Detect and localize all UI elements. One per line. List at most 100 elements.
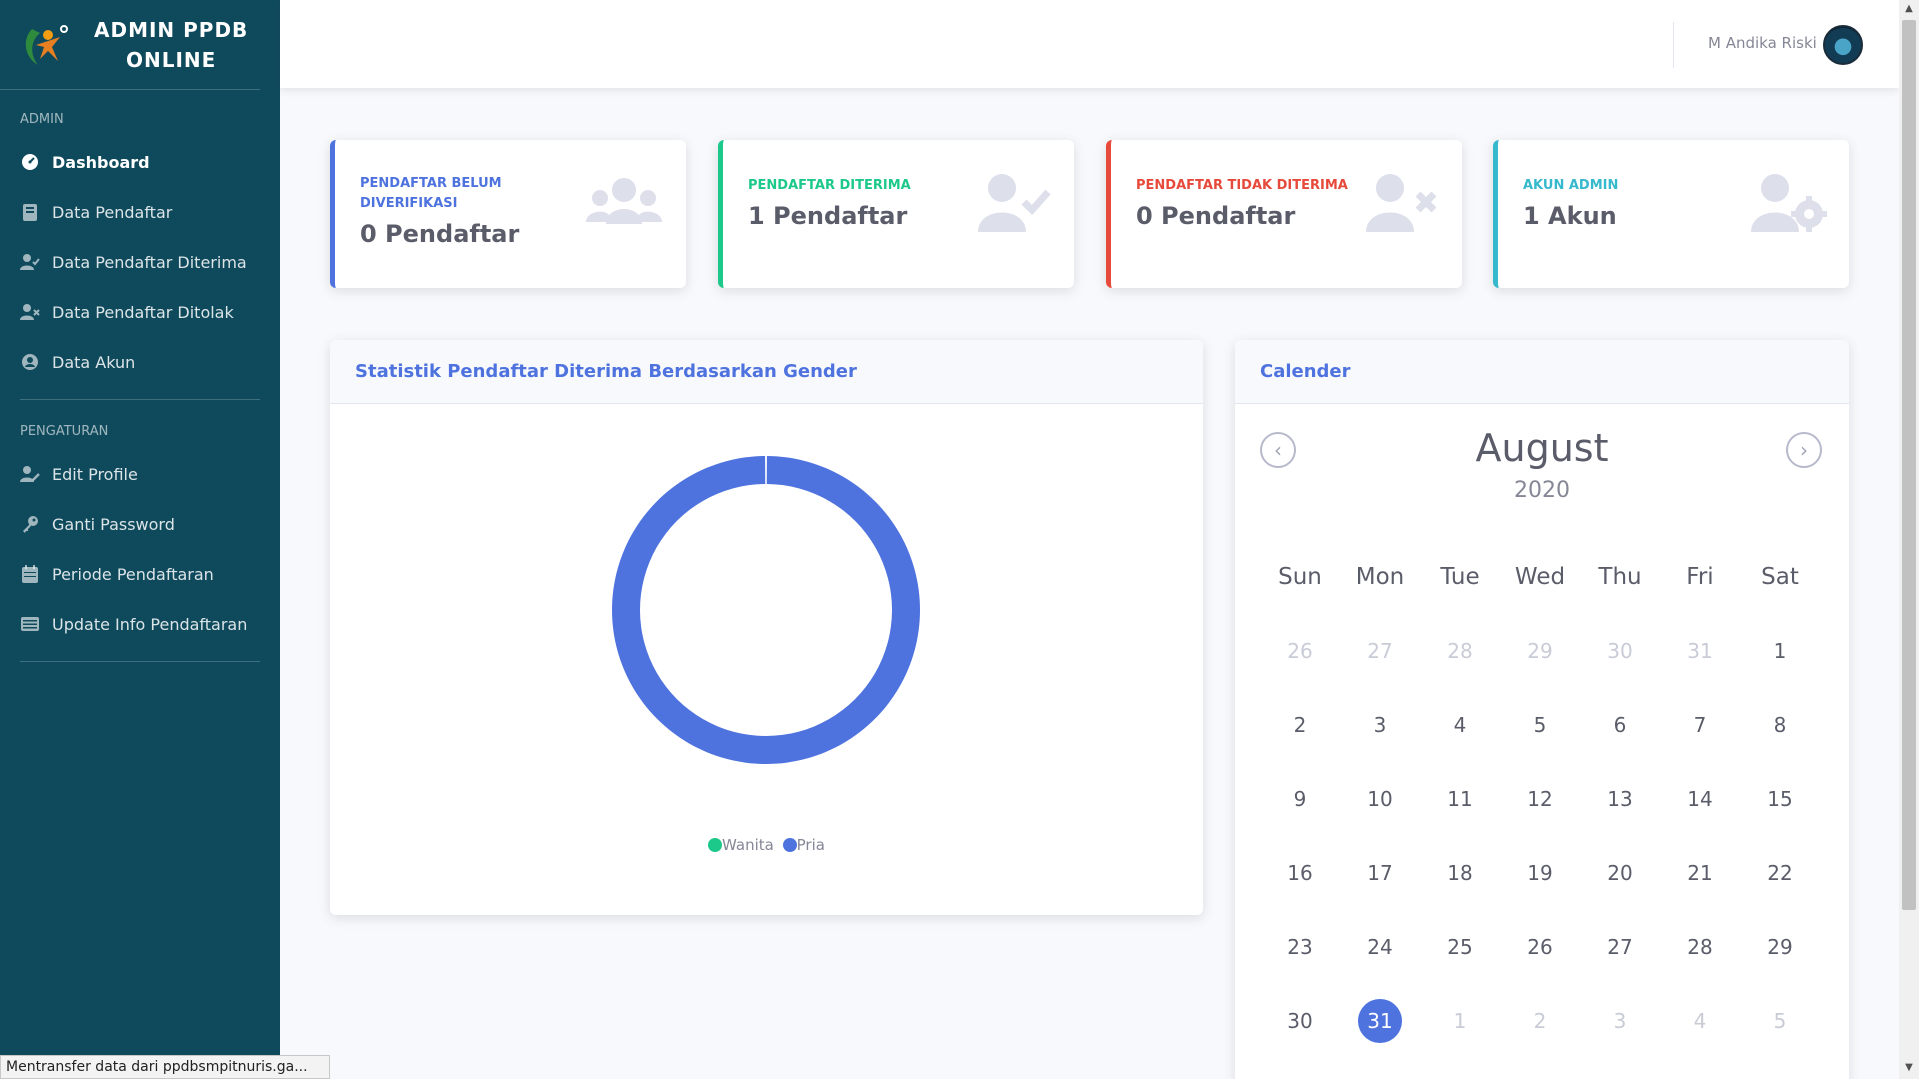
calendar-day[interactable]: 9 — [1260, 777, 1340, 821]
calendar-day[interactable]: 3 — [1580, 999, 1660, 1043]
book-icon — [20, 202, 40, 222]
calendar-day[interactable]: 1 — [1740, 629, 1820, 673]
stat-value: 1 Pendaftar — [748, 202, 908, 230]
user-name[interactable]: M Andika Riski — [1708, 34, 1817, 52]
calendar-weekday: Mon — [1355, 564, 1405, 590]
calendar-day-number: 4 — [1693, 1009, 1707, 1033]
calendar-card: Calender ‹ August 2020 › Sun Mon Tue Wed Thu… — [1235, 340, 1849, 1079]
avatar[interactable] — [1823, 25, 1863, 65]
calendar-day-number: 1 — [1773, 639, 1787, 663]
sidebar-item-data-pendaftar[interactable]: Data Pendaftar — [0, 187, 280, 237]
calendar-week-row: 26 27 28 29 30 31 1 — [1260, 614, 1820, 688]
calendar-day-number: 19 — [1527, 861, 1553, 885]
calendar-day[interactable]: 6 — [1580, 703, 1660, 747]
sidebar-item-dashboard[interactable]: Dashboard — [0, 137, 280, 187]
calendar-day[interactable]: 14 — [1660, 777, 1740, 821]
brand[interactable]: ADMIN PPDB ONLINE — [0, 0, 260, 90]
calendar-day[interactable]: 11 — [1420, 777, 1500, 821]
sidebar-item-label: Edit Profile — [52, 464, 138, 484]
sidebar: ADMIN PPDB ONLINE ADMIN Dashboard Data P… — [0, 0, 280, 1079]
donut-slice-pria[interactable] — [611, 456, 920, 764]
calendar-day[interactable]: 26 — [1260, 629, 1340, 673]
legend-label-wanita[interactable]: Wanita — [722, 836, 774, 854]
calendar-day[interactable]: 20 — [1580, 851, 1660, 895]
calendar-day[interactable]: 29 — [1740, 925, 1820, 969]
calendar-day-number: 5 — [1533, 713, 1547, 737]
calendar-day-number: 27 — [1367, 639, 1393, 663]
calendar-day-number: 13 — [1607, 787, 1633, 811]
calendar-day[interactable]: 26 — [1500, 925, 1580, 969]
calendar-day[interactable]: 29 — [1500, 629, 1580, 673]
calendar-day-number: 2 — [1533, 1009, 1547, 1033]
calendar-day[interactable]: 24 — [1340, 925, 1420, 969]
sidebar-item-label: Data Akun — [52, 352, 136, 372]
sidebar-item-edit-profile[interactable]: Edit Profile — [0, 449, 280, 499]
sidebar-item-update-info-pendaftaran[interactable]: Update Info Pendaftaran — [0, 599, 280, 649]
calendar-day[interactable]: 4 — [1660, 999, 1740, 1043]
calendar-day-number: 29 — [1527, 639, 1553, 663]
calendar-day[interactable]: 1 — [1420, 999, 1500, 1043]
calendar-day[interactable]: 15 — [1740, 777, 1820, 821]
calendar-day-number: 21 — [1687, 861, 1713, 885]
scroll-up-arrow[interactable]: ▲ — [1902, 3, 1916, 17]
scrollbar-thumb[interactable] — [1902, 20, 1916, 910]
calendar-day[interactable]: 2 — [1500, 999, 1580, 1043]
calendar-week-row: 2 3 4 5 6 7 8 — [1260, 688, 1820, 762]
calendar-day[interactable]: 8 — [1740, 703, 1820, 747]
calendar-day[interactable]: 30 — [1580, 629, 1660, 673]
calendar-day[interactable]: 18 — [1420, 851, 1500, 895]
calendar-day[interactable]: 30 — [1260, 999, 1340, 1043]
calendar-day[interactable]: 31 — [1660, 629, 1740, 673]
calendar-day[interactable]: 27 — [1580, 925, 1660, 969]
stat-card-admin-accounts: AKUN ADMIN 1 Akun — [1493, 140, 1849, 288]
calendar-day[interactable]: 17 — [1340, 851, 1420, 895]
sidebar-item-label: Dashboard — [52, 152, 150, 172]
calendar-day-number: 31 — [1687, 639, 1713, 663]
calendar-day[interactable]: 19 — [1500, 851, 1580, 895]
calendar-day[interactable]: 10 — [1340, 777, 1420, 821]
calendar-day[interactable]: 28 — [1660, 925, 1740, 969]
next-month-button[interactable]: › — [1786, 432, 1822, 468]
calendar-day-number: 11 — [1447, 787, 1473, 811]
sidebar-item-data-akun[interactable]: Data Akun — [0, 337, 280, 387]
scroll-down-arrow[interactable]: ▼ — [1902, 1062, 1916, 1076]
calendar-day[interactable]: 28 — [1420, 629, 1500, 673]
calendar-day-number: 29 — [1767, 935, 1793, 959]
calendar-day[interactable]: 22 — [1740, 851, 1820, 895]
calendar-day[interactable]: 5 — [1740, 999, 1820, 1043]
sidebar-item-data-pendaftar-ditolak[interactable]: Data Pendaftar Ditolak — [0, 287, 280, 337]
calendar-day[interactable]: 13 — [1580, 777, 1660, 821]
calendar-day[interactable]: 23 — [1260, 925, 1340, 969]
calendar-day[interactable]: 25 — [1420, 925, 1500, 969]
calendar-year: 2020 — [1514, 478, 1570, 503]
calendar-day-number: 12 — [1527, 787, 1553, 811]
user-times-icon — [20, 302, 40, 322]
calendar-day[interactable]: 16 — [1260, 851, 1340, 895]
calendar-day[interactable]: 7 — [1660, 703, 1740, 747]
calendar-weekday: Wed — [1514, 564, 1566, 590]
sidebar-item-periode-pendaftaran[interactable]: Periode Pendaftaran — [0, 549, 280, 599]
calendar-day-today[interactable]: 31 — [1340, 999, 1420, 1043]
legend-label-pria[interactable]: Pria — [797, 836, 825, 854]
sidebar-item-label: Data Pendaftar Diterima — [52, 252, 247, 272]
calendar-day-number: 3 — [1373, 713, 1387, 737]
calendar-day[interactable]: 5 — [1500, 703, 1580, 747]
sidebar-item-label: Data Pendaftar Ditolak — [52, 302, 234, 322]
calendar-day-number: 6 — [1613, 713, 1627, 737]
user-times-icon — [1360, 170, 1440, 240]
stat-value: 1 Akun — [1523, 202, 1617, 230]
calendar-day[interactable]: 2 — [1260, 703, 1340, 747]
sidebar-heading-admin: ADMIN — [20, 112, 64, 127]
stat-value: 0 Pendaftar — [360, 220, 520, 248]
calendar-day-number: 28 — [1447, 639, 1473, 663]
calendar-day[interactable]: 4 — [1420, 703, 1500, 747]
stat-card-unverified: PENDAFTAR BELUM DIVERIFIKASI 0 Pendaftar — [330, 140, 686, 288]
calendar-day[interactable]: 27 — [1340, 629, 1420, 673]
calendar-card-title: Calender — [1235, 340, 1849, 404]
sidebar-item-data-pendaftar-diterima[interactable]: Data Pendaftar Diterima — [0, 237, 280, 287]
calendar-day[interactable]: 12 — [1500, 777, 1580, 821]
sidebar-item-ganti-password[interactable]: Ganti Password — [0, 499, 280, 549]
calendar-day[interactable]: 21 — [1660, 851, 1740, 895]
legend-dot-wanita — [708, 838, 723, 852]
calendar-day[interactable]: 3 — [1340, 703, 1420, 747]
